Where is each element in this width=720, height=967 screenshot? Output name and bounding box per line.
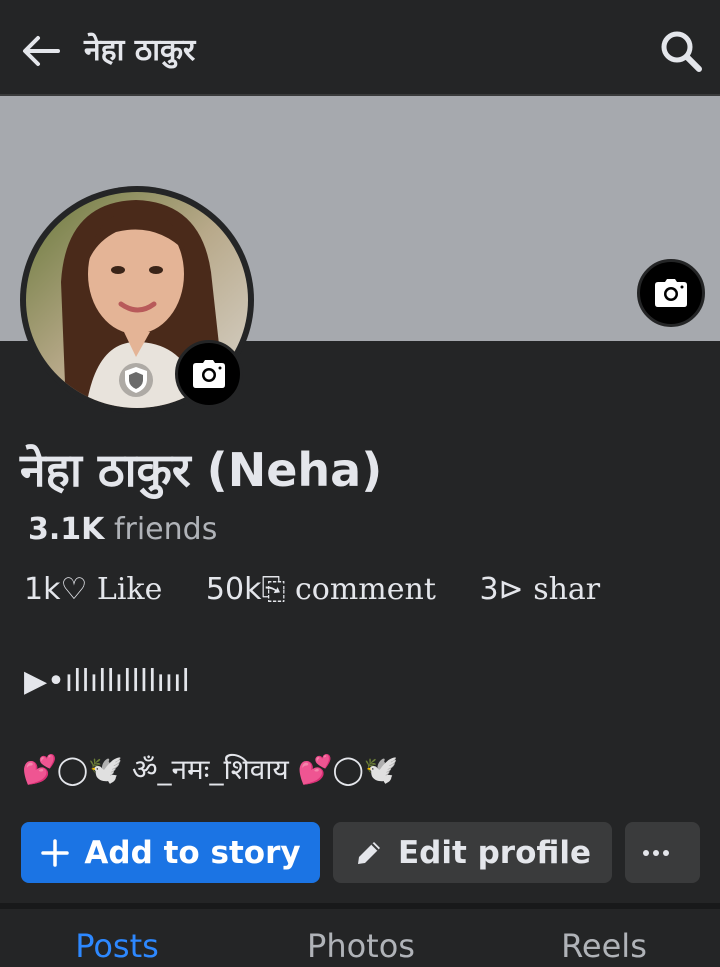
top-bar: नेहा ठाकुर [0, 0, 720, 96]
plus-icon [41, 838, 70, 867]
profile-name: नेहा ठाकुर (Neha) [20, 443, 383, 497]
edit-avatar-button[interactable] [175, 340, 243, 408]
more-icon [642, 849, 669, 856]
camera-icon [193, 360, 225, 388]
friends-label: friends [113, 512, 218, 547]
profile-stats: 1k♡ Like 50k⎘ comment 3⊳ shar [24, 572, 634, 607]
tab-photos[interactable]: Photos [307, 927, 415, 965]
edit-profile-label: Edit profile [397, 834, 591, 871]
copy-icon: ⎘ [261, 572, 286, 607]
profile-bio: 💕◯🕊️ ॐ_नमः_शिवाय 💕◯🕊️ [22, 753, 399, 786]
edit-profile-button[interactable]: Edit profile [333, 822, 612, 883]
shield-icon [119, 363, 153, 397]
tab-reels[interactable]: Reels [561, 927, 647, 965]
search-icon [661, 31, 702, 72]
camera-icon [655, 279, 687, 307]
add-to-story-label: Add to story [84, 834, 301, 871]
edit-cover-button[interactable] [637, 259, 705, 327]
audio-waveform-text: ▶•ıllıllıllllıııl [24, 664, 190, 699]
back-button[interactable] [18, 28, 64, 74]
back-arrow-icon [23, 36, 60, 66]
friends-count[interactable]: 3.1K friends [28, 512, 217, 547]
likes-stat: 1k♡ Like [24, 572, 163, 607]
page-title: नेहा ठाकुर [84, 33, 196, 68]
pencil-icon [357, 841, 380, 864]
shares-stat: 3⊳ shar [479, 572, 601, 607]
friends-number: 3.1K [28, 512, 105, 547]
comments-stat: 50k⎘ comment [205, 572, 436, 607]
search-button[interactable] [656, 26, 706, 76]
add-to-story-button[interactable]: Add to story [21, 822, 320, 883]
tab-posts[interactable]: Posts [75, 927, 159, 965]
profile-tabs: Posts Photos Reels [0, 909, 720, 967]
more-options-button[interactable] [625, 822, 700, 883]
profile-guard-badge [118, 362, 154, 398]
